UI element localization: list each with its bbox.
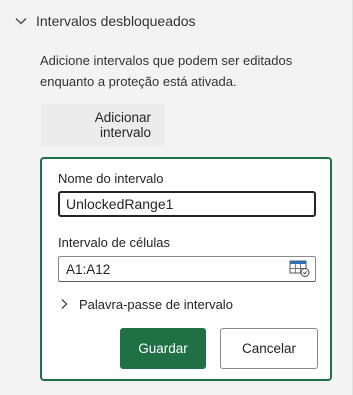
cell-range-value: A1:A12	[66, 261, 111, 277]
chevron-down-icon	[15, 18, 27, 25]
cell-range-input[interactable]: A1:A12	[58, 256, 316, 282]
cell-range-label: Intervalo de células	[58, 235, 171, 250]
section-title: Intervalos desbloqueados	[36, 13, 196, 29]
range-select-icon[interactable]	[289, 260, 311, 278]
section-description: Adicione intervalos que podem ser editad…	[40, 53, 293, 89]
protection-pane: Intervalos desbloqueados Adicione interv…	[0, 0, 353, 395]
cancel-button[interactable]: Cancelar	[220, 328, 318, 369]
range-name-label: Nome do intervalo	[58, 171, 164, 186]
range-name-input[interactable]: UnlockedRange1	[58, 191, 316, 217]
range-name-value: UnlockedRange1	[66, 196, 174, 212]
range-password-toggle[interactable]: Palavra-passe de intervalo	[58, 294, 233, 314]
unlocked-ranges-section-toggle[interactable]: Intervalos desbloqueados	[14, 8, 196, 34]
chevron-right-icon	[61, 299, 68, 309]
save-button[interactable]: Guardar	[120, 328, 206, 369]
range-edit-card: Nome do intervalo UnlockedRange1 Interva…	[40, 157, 332, 381]
range-password-label: Palavra-passe de intervalo	[79, 296, 233, 312]
add-range-button[interactable]: Adicionar intervalo	[41, 104, 165, 146]
